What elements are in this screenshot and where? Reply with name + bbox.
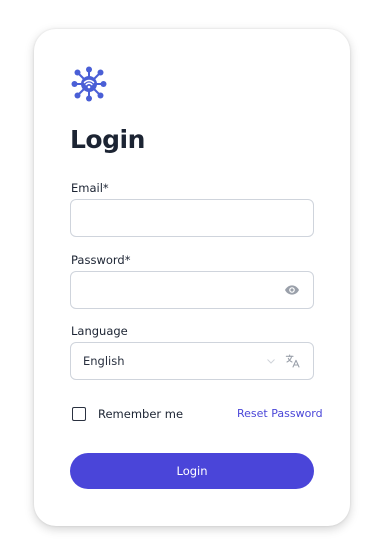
- login-card: Login Email* Password* Language English …: [34, 29, 350, 526]
- translate-icon: [285, 354, 300, 368]
- eye-icon[interactable]: [284, 282, 300, 298]
- chevron-down-icon: [267, 359, 275, 364]
- network-hub-icon: [71, 66, 107, 102]
- login-button[interactable]: Login: [70, 453, 314, 489]
- email-field[interactable]: [70, 199, 314, 237]
- remember-me-label: Remember me: [98, 407, 184, 421]
- password-field[interactable]: [70, 271, 314, 309]
- password-label: Password*: [71, 253, 131, 267]
- remember-me-checkbox[interactable]: [72, 407, 86, 421]
- language-select-value: English: [83, 354, 125, 368]
- page-title: Login: [70, 125, 145, 154]
- email-label: Email*: [71, 181, 109, 195]
- language-select[interactable]: English: [70, 342, 314, 380]
- language-label: Language: [71, 324, 128, 338]
- reset-password-link[interactable]: Reset Password: [237, 407, 323, 420]
